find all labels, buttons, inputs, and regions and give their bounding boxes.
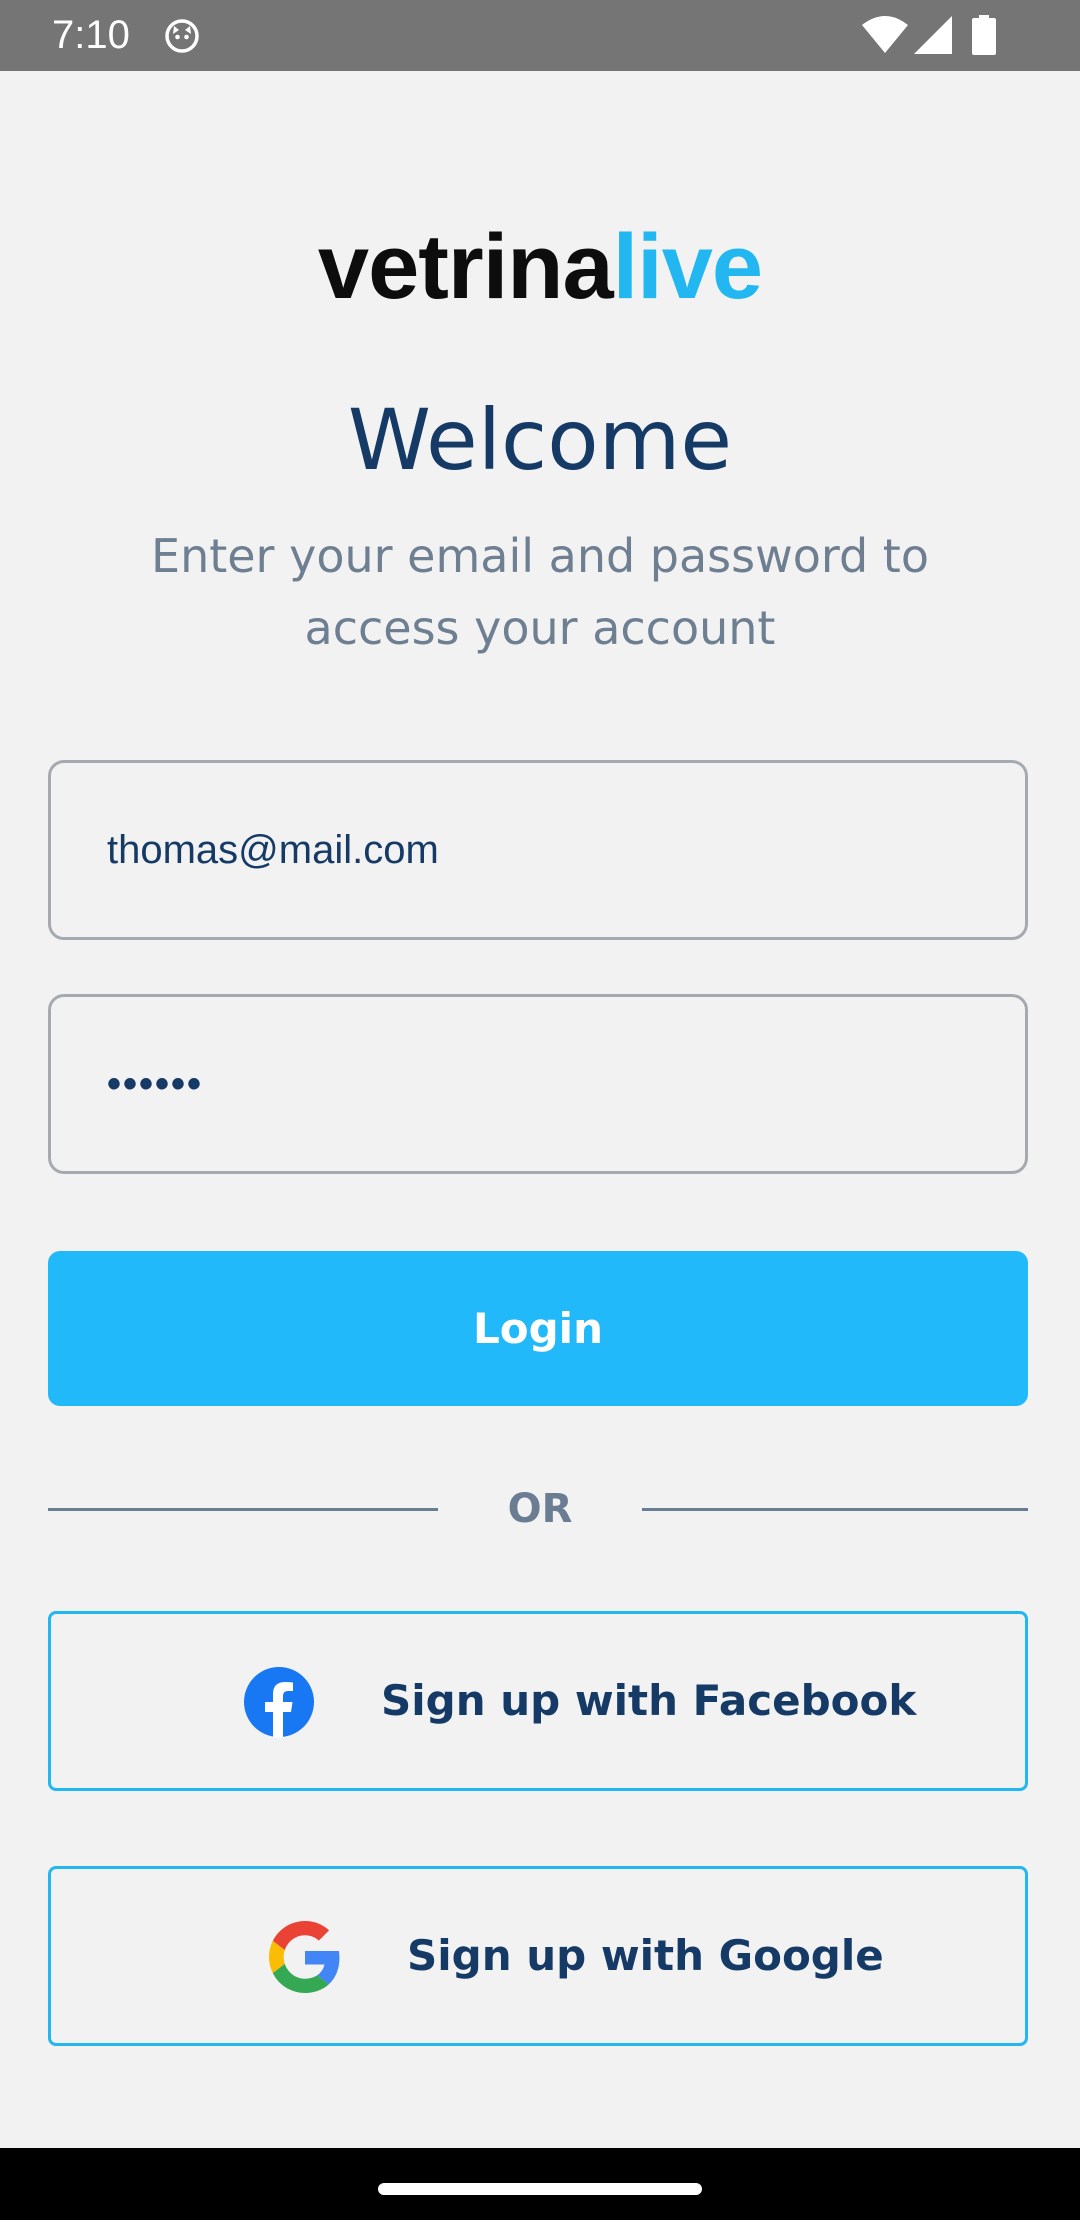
- logo-text-accent: live: [612, 216, 763, 318]
- password-value: ••••••: [107, 1062, 204, 1106]
- facebook-signup-label: Sign up with Facebook: [381, 1676, 917, 1725]
- google-signup-label: Sign up with Google: [407, 1931, 884, 1980]
- brand-logo: vetrinalive: [0, 212, 1080, 322]
- wifi-icon: [862, 16, 908, 53]
- divider-line-right: [642, 1508, 1028, 1511]
- facebook-icon: [244, 1667, 314, 1738]
- app-notification-icon: [165, 19, 199, 53]
- login-button[interactable]: Login: [48, 1251, 1028, 1406]
- page-title: Welcome: [347, 391, 733, 489]
- status-bar: 7:10: [0, 0, 1080, 71]
- logo-text-primary: vetrina: [317, 216, 614, 318]
- google-signup-button[interactable]: Sign up with Google: [48, 1866, 1028, 2046]
- signal-icon: [914, 16, 952, 54]
- page-subtitle: Enter your email and password to access …: [151, 529, 929, 655]
- email-value: thomas@mail.com: [107, 828, 439, 872]
- battery-icon: [972, 15, 996, 55]
- password-field[interactable]: ••••••: [48, 994, 1028, 1174]
- divider-label: OR: [507, 1486, 573, 1532]
- divider-line-left: [48, 1508, 438, 1511]
- facebook-signup-button[interactable]: Sign up with Facebook: [48, 1611, 1028, 1791]
- home-indicator[interactable]: [378, 2183, 702, 2195]
- email-field[interactable]: thomas@mail.com: [48, 760, 1028, 940]
- google-icon: [269, 1921, 340, 1993]
- status-time: 7:10: [52, 13, 130, 57]
